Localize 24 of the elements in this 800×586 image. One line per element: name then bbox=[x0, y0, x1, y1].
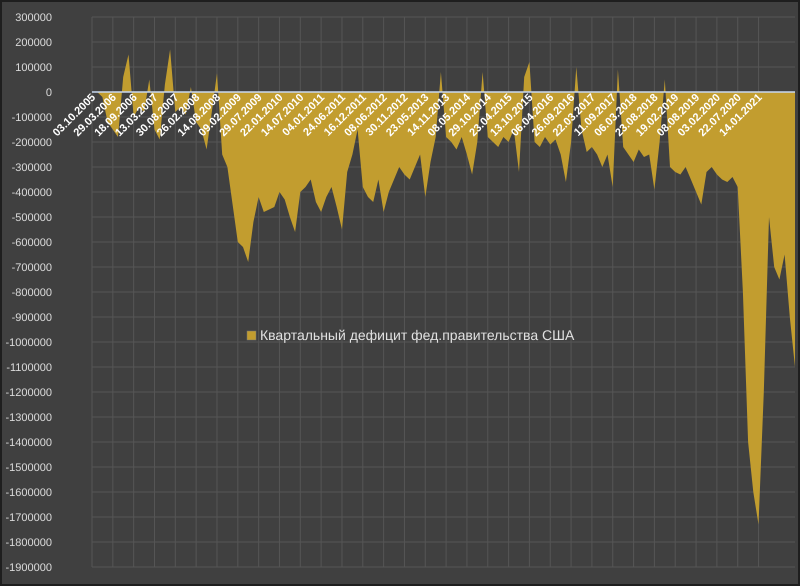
y-tick-label: -1800000 bbox=[6, 537, 52, 549]
y-tick-label: -1300000 bbox=[6, 412, 52, 424]
y-tick-label: -1900000 bbox=[6, 562, 52, 574]
y-tick-label: -1700000 bbox=[6, 512, 52, 524]
y-tick-label: -700000 bbox=[12, 262, 52, 274]
y-tick-label: -1000000 bbox=[6, 337, 52, 349]
y-tick-label: -800000 bbox=[12, 287, 52, 299]
y-tick-label: -1400000 bbox=[6, 437, 52, 449]
y-tick-label: 100000 bbox=[15, 62, 52, 74]
y-tick-label: -300000 bbox=[12, 162, 52, 174]
y-tick-label: -1600000 bbox=[6, 487, 52, 499]
y-tick-label: -600000 bbox=[12, 237, 52, 249]
y-tick-label: -500000 bbox=[12, 212, 52, 224]
y-tick-label: 0 bbox=[46, 87, 52, 99]
legend-label: Квартальный дефицит фед.правительства США bbox=[260, 327, 574, 343]
y-tick-label: -1100000 bbox=[6, 362, 52, 374]
y-tick-label: -1200000 bbox=[6, 387, 52, 399]
y-tick-label: -1500000 bbox=[6, 462, 52, 474]
y-tick-label: 300000 bbox=[15, 12, 52, 24]
y-tick-label: 200000 bbox=[15, 37, 52, 49]
y-tick-label: -400000 bbox=[12, 187, 52, 199]
y-tick-label: -100000 bbox=[12, 112, 52, 124]
y-tick-label: -900000 bbox=[12, 312, 52, 324]
y-tick-label: -200000 bbox=[12, 137, 52, 149]
